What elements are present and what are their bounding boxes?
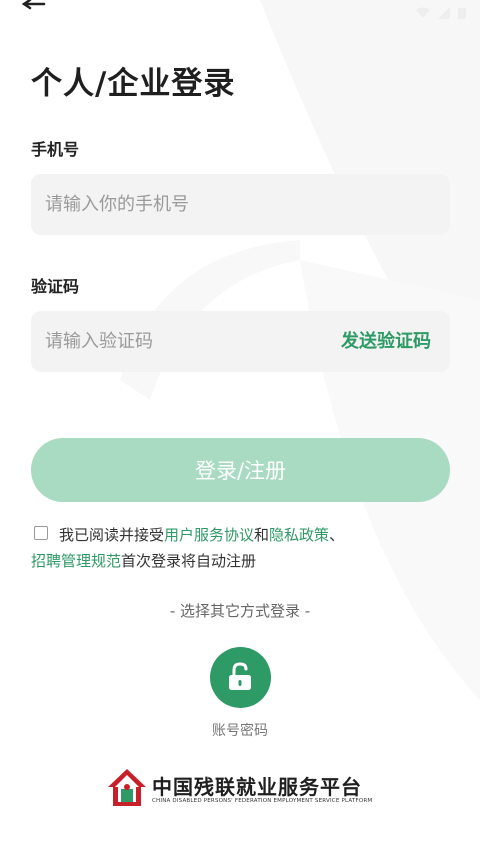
account-password-label: 账号密码 xyxy=(212,723,268,739)
send-code-button[interactable]: 发送验证码 xyxy=(341,311,431,372)
phone-input-box[interactable] xyxy=(31,174,450,235)
house-logo-icon xyxy=(108,769,146,806)
platform-name-cn: 中国残联就业服务平台 xyxy=(152,775,362,799)
status-icons xyxy=(416,4,466,23)
back-arrow-icon[interactable] xyxy=(20,0,48,16)
page-title: 个人/企业登录 xyxy=(31,66,236,102)
user-agreement-link[interactable]: 用户服务协议 xyxy=(164,526,254,544)
agreement-checkbox[interactable] xyxy=(34,526,48,540)
code-input[interactable] xyxy=(45,311,325,372)
phone-input[interactable] xyxy=(45,174,325,235)
agreement-and: 和 xyxy=(254,526,270,544)
agreement-line-1: 我已阅读并接受用户服务协议和隐私政策、 xyxy=(59,522,344,548)
account-password-login-button[interactable] xyxy=(210,647,271,708)
agreement-separator: 、 xyxy=(329,526,345,544)
code-label: 验证码 xyxy=(31,277,80,296)
phone-label: 手机号 xyxy=(31,140,80,159)
signal-icon xyxy=(438,4,450,23)
privacy-policy-link[interactable]: 隐私政策 xyxy=(269,526,329,544)
battery-icon xyxy=(458,4,466,23)
status-bar xyxy=(0,0,480,24)
unlock-icon xyxy=(229,662,251,690)
recruitment-rules-link[interactable]: 招聘管理规范 xyxy=(31,552,121,570)
code-input-box[interactable]: 发送验证码 xyxy=(31,311,450,372)
login-register-button[interactable]: 登录/注册 xyxy=(31,438,450,502)
agreement-prefix: 我已阅读并接受 xyxy=(59,526,165,544)
agreement-line-2: 招聘管理规范首次登录将自动注册 xyxy=(31,548,256,574)
wifi-icon xyxy=(416,4,430,23)
other-login-divider: - 选择其它方式登录 - xyxy=(169,602,311,620)
agreement-suffix: 首次登录将自动注册 xyxy=(121,552,257,570)
platform-name-en: CHINA DISABLED PERSONS' FEDERATION EMPLO… xyxy=(152,798,373,804)
